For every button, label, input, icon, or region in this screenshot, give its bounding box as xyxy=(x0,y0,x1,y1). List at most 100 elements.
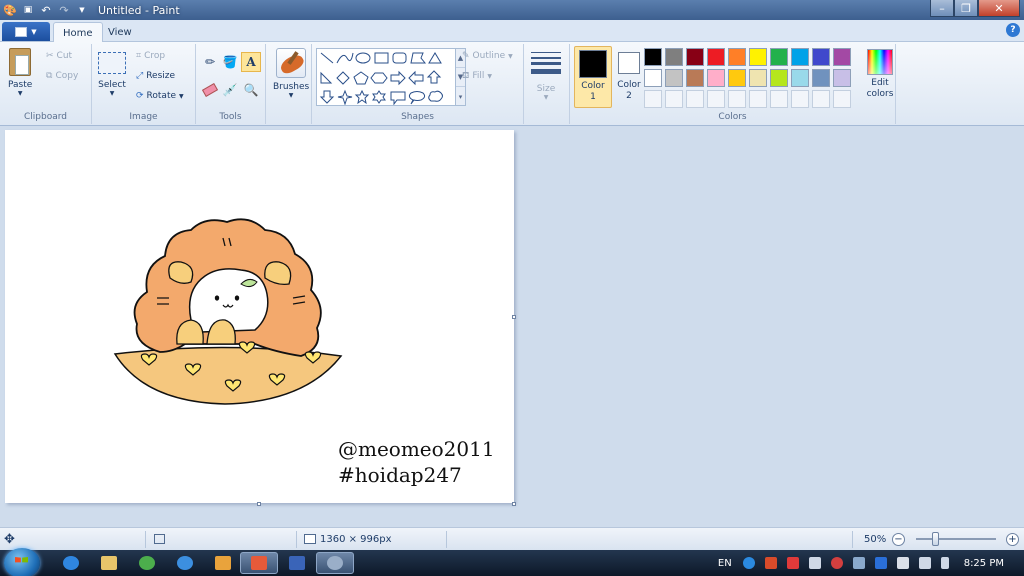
taskbar-app-coccoc[interactable] xyxy=(128,552,166,574)
crop-button[interactable]: ⌗ Crop xyxy=(136,48,165,64)
vivaldi-icon[interactable] xyxy=(786,557,799,569)
custom-color-slot[interactable] xyxy=(686,90,704,108)
language-indicator[interactable]: EN xyxy=(718,558,732,569)
palette-swatch[interactable] xyxy=(707,48,725,66)
chevron-down-icon: ▼ xyxy=(31,27,37,36)
palette-swatch[interactable] xyxy=(770,48,788,66)
taskbar-app-paint-2[interactable] xyxy=(316,552,354,574)
palette-swatch[interactable] xyxy=(686,48,704,66)
expand-gallery-icon[interactable]: ▾ xyxy=(456,87,465,106)
rotate-button[interactable]: ⟳ Rotate ▼ xyxy=(136,88,184,104)
taskbar-app-media[interactable] xyxy=(204,552,242,574)
palette-swatch[interactable] xyxy=(749,69,767,87)
palette-swatch[interactable] xyxy=(686,69,704,87)
custom-color-slot[interactable] xyxy=(812,90,830,108)
paint-menu-button[interactable]: ▼ xyxy=(2,22,50,41)
zoom-slider-thumb[interactable] xyxy=(932,532,939,546)
title-bar: 🎨 ▣ ↶ ↷ ▼ Untitled - Paint – ❐ ✕ xyxy=(0,0,1024,20)
copy-button[interactable]: ⧉ Copy xyxy=(46,68,78,84)
zoom-in-button[interactable]: + xyxy=(1006,533,1019,546)
eraser-icon[interactable] xyxy=(200,80,220,100)
brushes-button[interactable]: Brushes ▼ xyxy=(273,48,309,99)
hexagon-shape-icon xyxy=(370,72,388,84)
palette-swatch[interactable] xyxy=(728,48,746,66)
redo-icon[interactable]: ↷ xyxy=(56,2,72,18)
taskbar-app-messenger[interactable] xyxy=(52,552,90,574)
palette-swatch[interactable] xyxy=(833,48,851,66)
battery-icon[interactable] xyxy=(940,557,949,569)
edit-colors-button[interactable]: Edit colors xyxy=(860,46,900,108)
resize-button[interactable]: ⤢ Resize xyxy=(136,68,175,84)
select-button[interactable]: Select ▼ xyxy=(98,52,126,97)
fill-button[interactable]: ⛾ Fill ▼ xyxy=(462,68,492,84)
help-icon[interactable]: ? xyxy=(1006,23,1020,37)
close-button[interactable]: ✕ xyxy=(978,0,1020,17)
undo-icon[interactable]: ↶ xyxy=(38,2,54,18)
save-icon[interactable]: ▣ xyxy=(20,2,36,18)
paint-app-icon[interactable]: 🎨 xyxy=(2,2,18,18)
resize-handle-corner[interactable] xyxy=(512,502,516,506)
custom-color-slot[interactable] xyxy=(707,90,725,108)
clock[interactable]: 8:25 PM xyxy=(964,558,1004,569)
flag-icon[interactable] xyxy=(896,557,909,569)
signal-icon[interactable] xyxy=(808,557,821,569)
palette-swatch[interactable] xyxy=(728,69,746,87)
palette-swatch[interactable] xyxy=(644,48,662,66)
custom-color-slot[interactable] xyxy=(833,90,851,108)
custom-color-slot[interactable] xyxy=(728,90,746,108)
network-icon[interactable] xyxy=(852,557,865,569)
size-button[interactable]: Size ▼ xyxy=(531,50,561,101)
palette-swatch[interactable] xyxy=(665,48,683,66)
palette-swatch[interactable] xyxy=(644,69,662,87)
window-title: Untitled - Paint xyxy=(98,3,180,17)
tab-home[interactable]: Home xyxy=(53,22,103,43)
custom-color-slot[interactable] xyxy=(749,90,767,108)
palette-swatch[interactable] xyxy=(812,69,830,87)
palette-swatch[interactable] xyxy=(791,69,809,87)
taskbar-app-explorer[interactable] xyxy=(90,552,128,574)
palette-swatch[interactable] xyxy=(665,69,683,87)
custom-color-slot[interactable] xyxy=(770,90,788,108)
palette-swatch[interactable] xyxy=(812,48,830,66)
taskbar-app-word[interactable] xyxy=(278,552,316,574)
minimize-button[interactable]: – xyxy=(930,0,954,17)
speaker-icon[interactable] xyxy=(918,557,931,569)
custom-color-slot[interactable] xyxy=(665,90,683,108)
zoom-out-button[interactable]: − xyxy=(892,533,905,546)
resize-handle-right[interactable] xyxy=(512,315,516,319)
fill-bucket-icon[interactable]: 🪣 xyxy=(220,52,240,72)
maximize-button[interactable]: ❐ xyxy=(954,0,978,17)
text-tool-icon[interactable]: A xyxy=(241,52,261,72)
start-button[interactable] xyxy=(4,548,40,576)
outline-button[interactable]: ✎ Outline ▼ xyxy=(462,48,513,64)
magnifier-icon[interactable]: 🔍 xyxy=(241,80,261,100)
custom-color-slot[interactable] xyxy=(791,90,809,108)
custom-color-slot[interactable] xyxy=(644,90,662,108)
zoom-slider-track[interactable] xyxy=(916,538,996,540)
taskbar-app-paint[interactable] xyxy=(240,552,278,574)
fill-bucket-icon: ⛾ xyxy=(462,70,470,81)
canvas-workspace: @meomeo2011 #hoidap247 xyxy=(0,127,1024,527)
input-method-icon[interactable] xyxy=(742,557,755,569)
pencil-icon[interactable]: ✏ xyxy=(200,52,220,72)
resize-handle-bottom[interactable] xyxy=(257,502,261,506)
paste-button[interactable]: Paste ▼ xyxy=(8,48,32,97)
bluetooth-icon[interactable] xyxy=(874,557,887,569)
drawing-canvas[interactable]: @meomeo2011 #hoidap247 xyxy=(5,130,514,503)
palette-swatch[interactable] xyxy=(791,48,809,66)
color-2-button[interactable]: Color 2 xyxy=(610,46,648,108)
customize-quick-access-icon[interactable]: ▼ xyxy=(74,2,90,18)
palette-swatch[interactable] xyxy=(833,69,851,87)
paint-icon xyxy=(251,556,267,570)
palette-swatch[interactable] xyxy=(749,48,767,66)
volume-muted-icon[interactable] xyxy=(764,557,777,569)
shapes-gallery[interactable] xyxy=(316,48,456,106)
palette-swatch[interactable] xyxy=(707,69,725,87)
palette-swatch[interactable] xyxy=(770,69,788,87)
cut-button[interactable]: ✂ Cut xyxy=(46,48,72,64)
sync-icon[interactable] xyxy=(830,557,843,569)
taskbar-app-ie[interactable] xyxy=(166,552,204,574)
color-1-button[interactable]: Color 1 xyxy=(574,46,612,108)
color-picker-icon[interactable]: 💉 xyxy=(220,80,240,100)
tab-view[interactable]: View xyxy=(99,22,141,43)
